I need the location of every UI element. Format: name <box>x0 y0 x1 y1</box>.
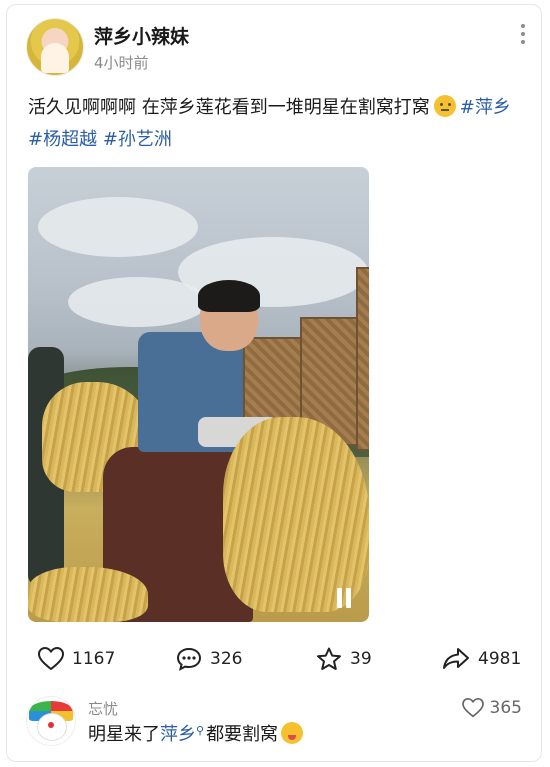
favorite-count: 39 <box>350 649 372 669</box>
post-video[interactable] <box>28 167 369 622</box>
author-avatar[interactable] <box>26 18 84 76</box>
comment-search-link[interactable]: 萍乡 <box>160 724 196 745</box>
commenter-name[interactable]: 忘忧 <box>88 698 118 719</box>
action-bar: 1167 326 39 4981 <box>38 644 521 674</box>
pause-icon[interactable] <box>337 588 355 608</box>
post-body: 活久见啊啊啊 在萍乡莲花看到一堆明星在割窝打窝 <box>28 97 430 118</box>
share-count: 4981 <box>478 649 522 669</box>
photo-straw-bundle <box>223 417 369 612</box>
search-icon[interactable]: ⚲ <box>196 724 204 737</box>
share-icon <box>443 648 469 669</box>
more-vertical-icon[interactable] <box>518 24 528 48</box>
hashtag-pingxiang[interactable]: #萍乡 <box>460 97 511 118</box>
comment-like-count: 365 <box>489 698 522 718</box>
comment-icon <box>176 647 202 671</box>
comment-item: 忘忧 明星来了萍乡⚲ 都要割窝 365 <box>26 694 526 754</box>
thinking-emoji-icon <box>433 95 456 117</box>
author-name[interactable]: 萍乡小辣妹 <box>94 22 189 49</box>
comment-text-end: 都要割窝 <box>206 724 279 745</box>
post-timestamp: 4小时前 <box>94 54 149 72</box>
comment-text: 明星来了萍乡⚲ 都要割窝 <box>88 720 304 746</box>
favorite-button[interactable]: 39 <box>316 644 372 674</box>
comment-text-start: 明星来了 <box>88 724 160 745</box>
photo-cloud <box>38 197 198 257</box>
heart-icon <box>461 698 484 718</box>
like-button[interactable]: 1167 <box>38 644 115 674</box>
photo-straw-field <box>28 567 148 622</box>
comment-count: 326 <box>210 649 243 669</box>
commenter-avatar[interactable] <box>26 696 76 746</box>
post-header: 萍乡小辣妹 4小时前 <box>26 18 534 80</box>
photo-straw-screen <box>356 267 369 451</box>
hashtag-sun-yizhou[interactable]: #孙艺洲 <box>103 129 172 150</box>
yum-emoji-icon <box>281 722 304 744</box>
photo-person-hair <box>198 280 260 312</box>
share-button[interactable]: 4981 <box>442 644 521 674</box>
star-icon <box>317 647 341 670</box>
comment-like-button[interactable]: 365 <box>461 698 522 718</box>
post-text: 活久见啊啊啊 在萍乡莲花看到一堆明星在割窝打窝 #萍乡 #杨超越 #孙艺洲 <box>28 92 528 156</box>
comment-button[interactable]: 326 <box>176 644 242 674</box>
heart-icon <box>38 647 64 671</box>
hashtag-yang-chaoyue[interactable]: #杨超越 <box>28 129 97 150</box>
like-count: 1167 <box>72 649 116 669</box>
photo-cloud <box>68 277 208 327</box>
